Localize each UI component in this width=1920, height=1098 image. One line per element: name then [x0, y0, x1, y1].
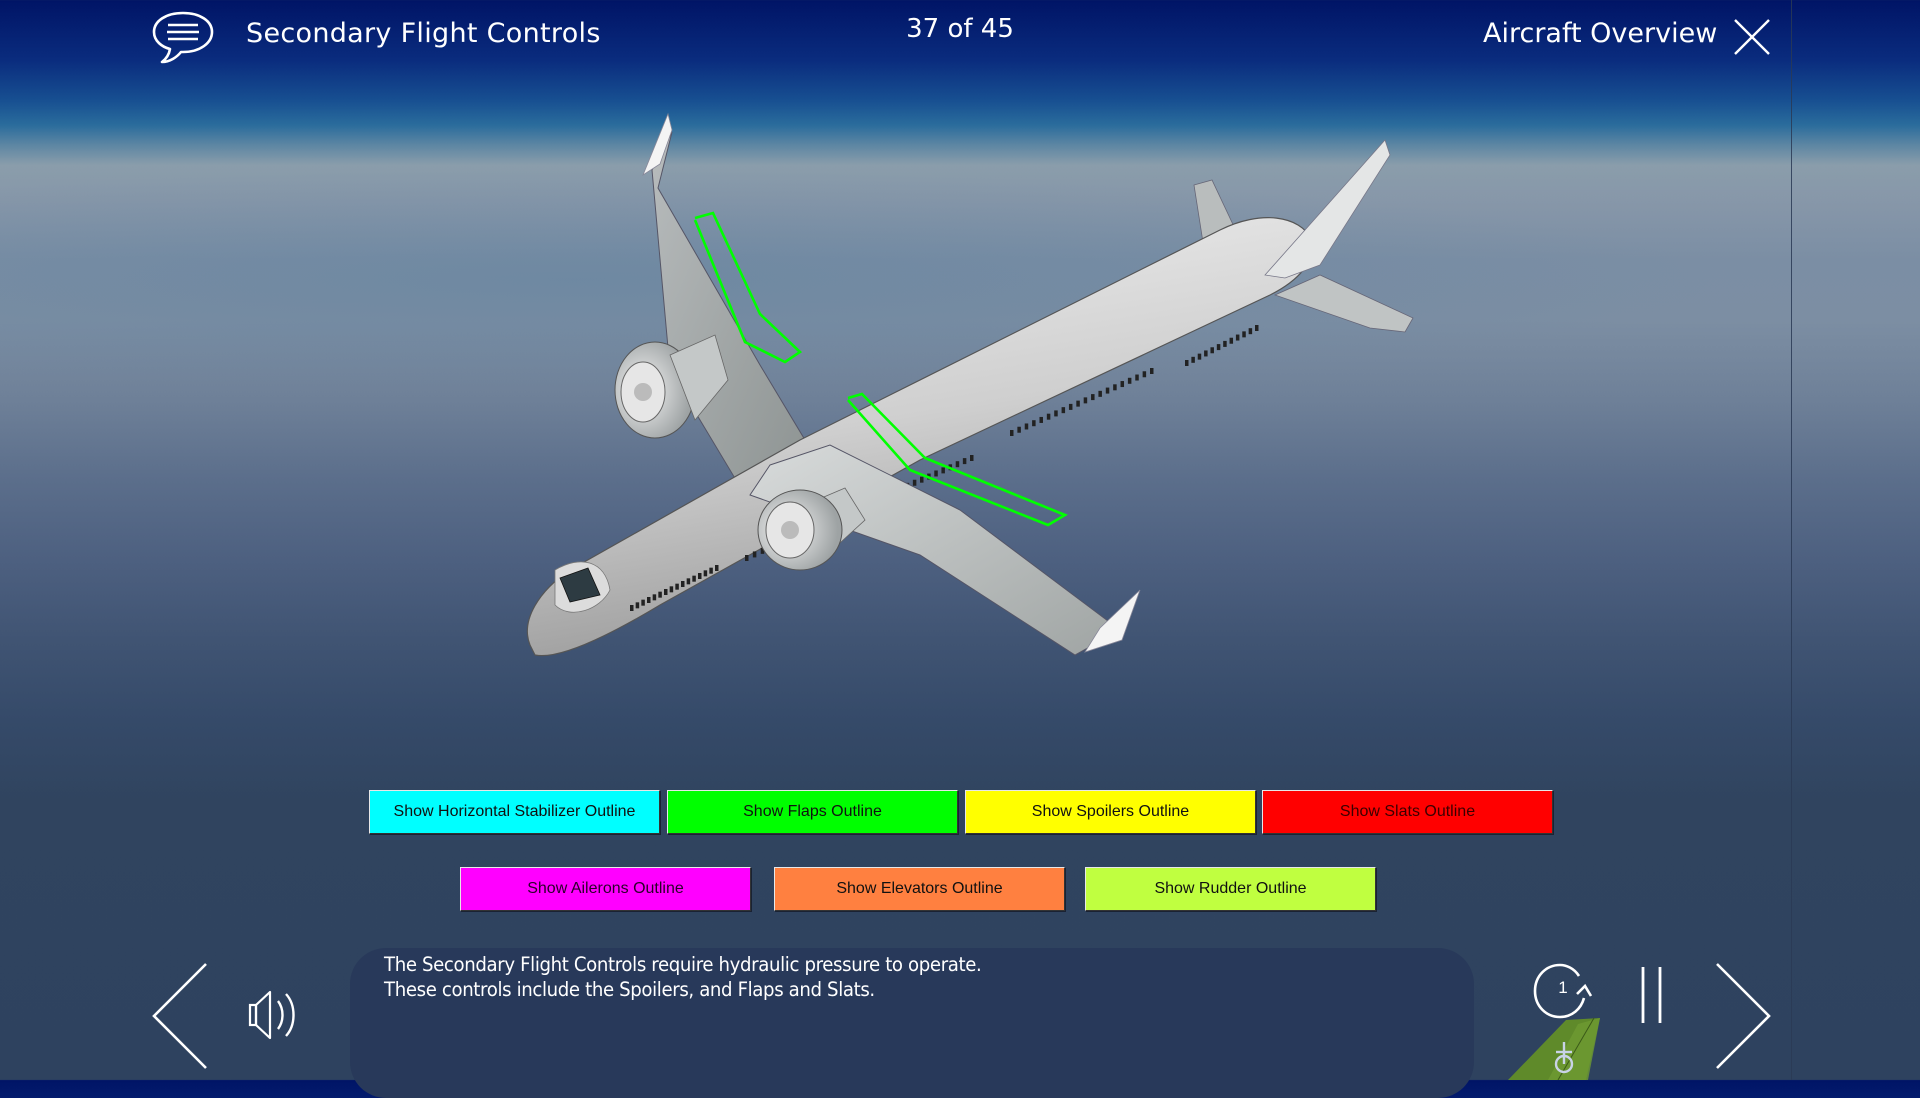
cabin-window	[962, 458, 967, 465]
cabin-window	[647, 597, 651, 603]
tail-fin-logo	[1508, 1017, 1600, 1080]
cabin-window	[941, 467, 945, 474]
cabin-window	[675, 583, 679, 590]
speaker-icon[interactable]	[248, 985, 308, 1045]
cabin-window	[1229, 337, 1234, 344]
cabin-window	[1032, 420, 1036, 427]
cabin-window	[1120, 381, 1125, 388]
cabin-window	[652, 594, 657, 601]
cabin-window	[1127, 377, 1132, 384]
cabin-window	[1010, 430, 1014, 436]
cabin-window	[686, 578, 691, 585]
cabin-window	[920, 476, 924, 483]
chevron-right-icon[interactable]	[1711, 960, 1773, 1072]
cabin-window	[1068, 403, 1073, 410]
cabin-window	[1061, 407, 1066, 414]
cabin-window	[752, 551, 757, 558]
cabin-window	[709, 567, 713, 574]
cabin-window	[1150, 368, 1154, 374]
show-slats-outline-button[interactable]: Show Slats Outline	[1262, 790, 1553, 834]
cabin-window	[681, 581, 685, 587]
cabin-window	[692, 575, 696, 582]
cabin-window	[1076, 400, 1080, 407]
cabin-window	[1024, 423, 1029, 430]
chevron-left-icon[interactable]	[150, 960, 212, 1072]
cabin-window	[1185, 360, 1189, 366]
cabin-window	[745, 555, 749, 561]
cabin-window	[669, 586, 674, 593]
cabin-window	[1091, 394, 1095, 401]
narration-text: The Secondary Flight Controls require hy…	[384, 952, 982, 1002]
cabin-window	[1216, 344, 1221, 351]
cabin-window	[1210, 347, 1214, 354]
aircraft-3d-model: // windows drawn by script below	[526, 112, 1414, 657]
narration-line: These controls include the Spoilers, and…	[384, 978, 875, 1001]
cabin-window	[970, 455, 974, 461]
cabin-window	[1046, 413, 1051, 420]
aircraft-overview-link[interactable]: Aircraft Overview	[1483, 18, 1717, 49]
show-elevators-outline-button[interactable]: Show Elevators Outline	[774, 867, 1065, 911]
cabin-window	[1039, 416, 1043, 423]
cabin-window	[658, 591, 662, 598]
cabin-window	[698, 573, 702, 579]
cabin-window	[1105, 387, 1110, 394]
cabin-window	[1017, 426, 1021, 433]
show-rudder-outline-button[interactable]: Show Rudder Outline	[1085, 867, 1376, 911]
show-flaps-outline-button[interactable]: Show Flaps Outline	[667, 790, 958, 834]
cabin-window	[1054, 410, 1058, 417]
cabin-window	[934, 470, 938, 477]
cabin-window	[1135, 374, 1139, 381]
cabin-window	[703, 570, 708, 577]
narration-line: The Secondary Flight Controls require hy…	[384, 953, 982, 976]
cabin-window	[630, 605, 634, 611]
cabin-window	[1223, 340, 1227, 347]
cabin-window	[1083, 397, 1088, 404]
cabin-window	[1204, 350, 1208, 357]
right-edge-divider	[1791, 0, 1792, 1080]
cabin-window	[1242, 331, 1246, 338]
cabin-window	[955, 461, 960, 468]
cabin-window	[641, 599, 645, 606]
show-ailerons-outline-button[interactable]: Show Ailerons Outline	[460, 867, 751, 911]
cabin-window	[912, 479, 917, 486]
right-horizontal-stabilizer	[1273, 274, 1414, 333]
vertical-stabilizer	[1264, 139, 1391, 279]
cabin-window	[664, 589, 668, 595]
cabin-window	[1255, 325, 1259, 331]
pause-icon[interactable]	[1640, 965, 1666, 1025]
cabin-window	[1235, 334, 1240, 341]
cabin-window	[1113, 384, 1117, 391]
close-icon[interactable]	[1733, 18, 1771, 56]
cabin-window	[715, 565, 719, 571]
cabin-window	[1248, 328, 1253, 335]
cabin-window	[1191, 356, 1195, 363]
cabin-window	[1197, 353, 1202, 360]
cabin-window	[1142, 371, 1147, 378]
right-engine	[757, 487, 866, 571]
show-horizontal-stabilizer-outline-button[interactable]: Show Horizontal Stabilizer Outline	[369, 790, 660, 834]
cabin-window	[635, 602, 640, 609]
show-spoilers-outline-button[interactable]: Show Spoilers Outline	[965, 790, 1256, 834]
cabin-window	[1098, 390, 1102, 397]
